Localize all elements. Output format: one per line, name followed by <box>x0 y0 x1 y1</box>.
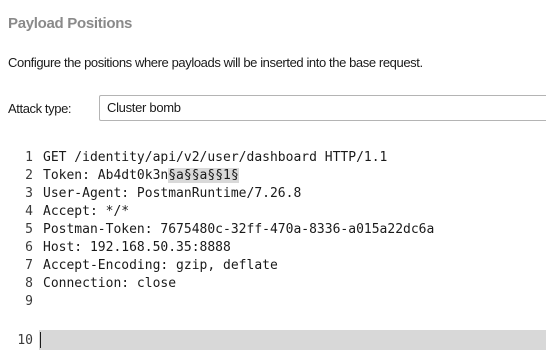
attack-type-selected-value: Cluster bomb <box>107 100 181 115</box>
payload-position-marker[interactable]: §a§ <box>191 168 216 183</box>
panel-description: Configure the positions where payloads w… <box>8 55 423 70</box>
line-number: 9 <box>25 294 33 309</box>
line-number: 1 <box>25 150 33 165</box>
connection-header-line[interactable]: Connection: close <box>43 275 176 293</box>
attack-type-dropdown[interactable]: Cluster bomb <box>99 95 546 121</box>
current-line-highlight <box>39 330 546 350</box>
line-number: 5 <box>25 222 33 237</box>
request-editor[interactable]: 1 2 3 4 5 6 7 8 9 10 GET /identity/api/v… <box>0 146 546 350</box>
attack-type-label: Attack type: <box>8 101 72 116</box>
line-number: 4 <box>25 204 33 219</box>
postman-token-header-line[interactable]: Postman-Token: 7675480c-32ff-470a-8336-a… <box>43 221 434 239</box>
token-header-line[interactable]: Token: Ab4dt0k3n§a§§a§§1§ <box>43 167 239 185</box>
line-number: 6 <box>25 240 33 255</box>
line-number: 3 <box>25 186 33 201</box>
payload-position-marker[interactable]: §a§ <box>168 168 192 183</box>
user-agent-header-line[interactable]: User-Agent: PostmanRuntime/7.26.8 <box>43 185 301 203</box>
accept-header-line[interactable]: Accept: */* <box>43 203 129 221</box>
line-number: 7 <box>25 258 33 273</box>
host-header-line[interactable]: Host: 192.168.50.35:8888 <box>43 239 231 257</box>
line-number: 2 <box>25 168 33 183</box>
payload-position-marker[interactable]: §1§ <box>215 168 239 183</box>
token-header-text: Token: Ab4dt0k3n <box>43 168 169 183</box>
line-number: 10 <box>17 333 33 348</box>
panel-title: Payload Positions <box>8 15 133 32</box>
request-line[interactable]: GET /identity/api/v2/user/dashboard HTTP… <box>43 149 387 167</box>
text-cursor <box>40 332 41 348</box>
line-number: 8 <box>25 276 33 291</box>
accept-encoding-header-line[interactable]: Accept-Encoding: gzip, deflate <box>43 257 278 275</box>
